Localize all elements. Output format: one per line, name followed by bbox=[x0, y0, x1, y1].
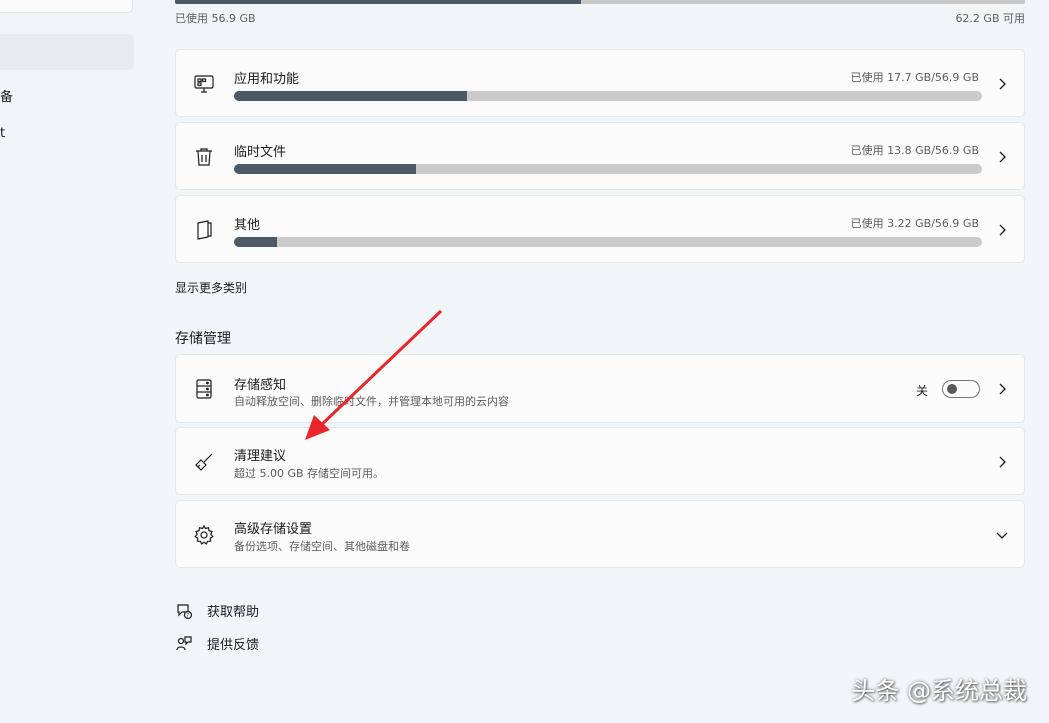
apps-icon bbox=[193, 73, 215, 95]
chevron-down-icon bbox=[994, 527, 1010, 543]
cleanup-subtitle: 超过 5.00 GB 存储空间可用。 bbox=[234, 467, 385, 480]
storage-sense-title: 存储感知 bbox=[234, 378, 287, 393]
category-usage: 已使用 3.22 GB/56.9 GB bbox=[850, 217, 979, 230]
category-title: 其他 bbox=[234, 218, 261, 233]
sidebar-item-devices[interactable]: 备 bbox=[0, 86, 13, 105]
gear-icon bbox=[193, 524, 215, 546]
chevron-right-icon bbox=[994, 222, 1010, 238]
chevron-right-icon bbox=[994, 381, 1010, 397]
category-usage: 已使用 17.7 GB/56.9 GB bbox=[850, 71, 979, 84]
chevron-right-icon bbox=[994, 76, 1010, 92]
get-help-label: 获取帮助 bbox=[207, 605, 260, 620]
chevron-right-icon bbox=[994, 454, 1010, 470]
category-bar bbox=[234, 237, 982, 247]
document-icon bbox=[193, 219, 215, 241]
drive-icon bbox=[193, 378, 215, 400]
storage-sense-row[interactable]: 存储感知 自动释放空间、删除临时文件，并管理本地可用的云内容 关 bbox=[175, 354, 1025, 423]
toggle-knob bbox=[947, 384, 957, 394]
advanced-subtitle: 备份选项、存储空间、其他磁盘和卷 bbox=[234, 540, 410, 553]
help-icon: ? bbox=[175, 602, 193, 620]
category-temp-files[interactable]: 临时文件 已使用 13.8 GB/56.9 GB bbox=[175, 122, 1025, 190]
show-more-categories-link[interactable]: 显示更多类别 bbox=[175, 279, 247, 296]
give-feedback-link[interactable]: 提供反馈 bbox=[175, 634, 259, 653]
section-title-storage-management: 存储管理 bbox=[175, 331, 231, 347]
search-box[interactable] bbox=[0, 0, 133, 13]
category-other[interactable]: 其他 已使用 3.22 GB/56.9 GB bbox=[175, 195, 1025, 263]
category-apps[interactable]: 应用和功能 已使用 17.7 GB/56.9 GB bbox=[175, 49, 1025, 117]
get-help-link[interactable]: ? 获取帮助 bbox=[175, 601, 259, 620]
storage-sense-toggle[interactable] bbox=[942, 380, 980, 398]
cleanup-title: 清理建议 bbox=[234, 449, 287, 464]
category-bar-fill bbox=[234, 164, 416, 174]
give-feedback-label: 提供反馈 bbox=[207, 638, 260, 653]
sidebar-item-active[interactable] bbox=[0, 34, 134, 70]
feedback-icon bbox=[175, 635, 193, 653]
category-bar-fill bbox=[234, 91, 467, 101]
advanced-title: 高级存储设置 bbox=[234, 522, 313, 537]
advanced-storage-settings-row[interactable]: 高级存储设置 备份选项、存储空间、其他磁盘和卷 bbox=[175, 500, 1025, 568]
sidebar-item-account[interactable]: t bbox=[0, 126, 5, 141]
category-title: 应用和功能 bbox=[234, 72, 300, 87]
storage-sense-subtitle: 自动释放空间、删除临时文件，并管理本地可用的云内容 bbox=[234, 395, 509, 408]
toggle-state-label: 关 bbox=[915, 384, 928, 398]
category-bar bbox=[234, 91, 982, 101]
broom-icon bbox=[193, 451, 215, 473]
trash-icon bbox=[193, 146, 215, 168]
chevron-right-icon bbox=[994, 149, 1010, 165]
storage-free-label: 62.2 GB 可用 bbox=[955, 12, 1025, 25]
cleanup-recommendations-row[interactable]: 清理建议 超过 5.00 GB 存储空间可用。 bbox=[175, 427, 1025, 495]
category-title: 临时文件 bbox=[234, 145, 287, 160]
category-bar-fill bbox=[234, 237, 277, 247]
storage-usage-fill bbox=[175, 0, 582, 4]
svg-text:?: ? bbox=[186, 613, 189, 619]
sidebar: 备 t bbox=[0, 0, 150, 723]
category-bar bbox=[234, 164, 982, 174]
category-usage: 已使用 13.8 GB/56.9 GB bbox=[850, 144, 979, 157]
watermark: 头条 @系统总裁 bbox=[851, 677, 1027, 705]
storage-usage-bar bbox=[175, 0, 1025, 4]
storage-used-label: 已使用 56.9 GB bbox=[175, 12, 256, 25]
